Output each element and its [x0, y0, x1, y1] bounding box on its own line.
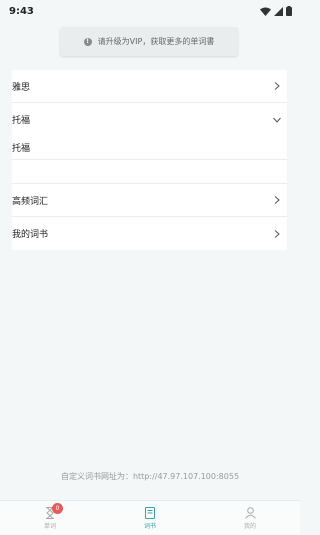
tab-label: 词书	[143, 522, 156, 530]
list-item-ielts[interactable]: 雅思	[12, 70, 287, 103]
list-item-high-frequency[interactable]: 高频词汇	[12, 184, 287, 217]
tab-wordbooks[interactable]: 词书	[120, 506, 180, 530]
tab-label: 我的	[243, 522, 256, 530]
status-bar: 9:43	[0, 0, 300, 22]
list-item-label: 雅思	[12, 82, 31, 93]
sub-list-item-label: 托福	[12, 144, 31, 154]
chevron-right-icon	[273, 82, 281, 90]
vip-banner-text: 请升级为VIP，获取更多的单词書	[97, 37, 215, 46]
wordbook-list: 雅思 托福 托福 高频词汇 我的词书	[12, 70, 287, 250]
info-icon: !	[83, 37, 92, 46]
bottom-tab-bar: 0 单词 词书 我的	[0, 500, 300, 535]
status-icons	[260, 6, 292, 16]
signal-icon	[274, 6, 283, 16]
list-item-label: 我的词书	[12, 230, 49, 240]
tab-words[interactable]: 0 单词	[20, 502, 80, 530]
sub-list-item-empty[interactable]	[12, 160, 287, 184]
list-item-toefl[interactable]: 托福	[12, 103, 287, 136]
list-item-label: 高频词汇	[12, 196, 49, 207]
chevron-right-icon	[273, 229, 281, 238]
vip-upgrade-banner[interactable]: ! 请升级为VIP，获取更多的单词書	[60, 27, 238, 56]
tab-profile[interactable]: 我的	[220, 506, 280, 530]
person-icon	[244, 506, 256, 519]
chevron-right-icon	[273, 196, 281, 204]
list-item-my-wordbook[interactable]: 我的词书	[12, 217, 287, 250]
status-time: 9:43	[9, 5, 34, 17]
list-item-label: 托福	[12, 116, 31, 126]
notification-badge: 0	[52, 502, 63, 514]
book-icon	[145, 506, 155, 519]
custom-wordbook-url: 自定义词书网址为：http://47.97.107.100:8055	[60, 472, 240, 481]
tab-label: 单词	[43, 522, 56, 530]
wifi-icon	[260, 7, 271, 16]
chevron-down-icon	[273, 116, 281, 124]
battery-icon	[286, 6, 292, 16]
sub-list-item[interactable]: 托福	[12, 136, 287, 160]
